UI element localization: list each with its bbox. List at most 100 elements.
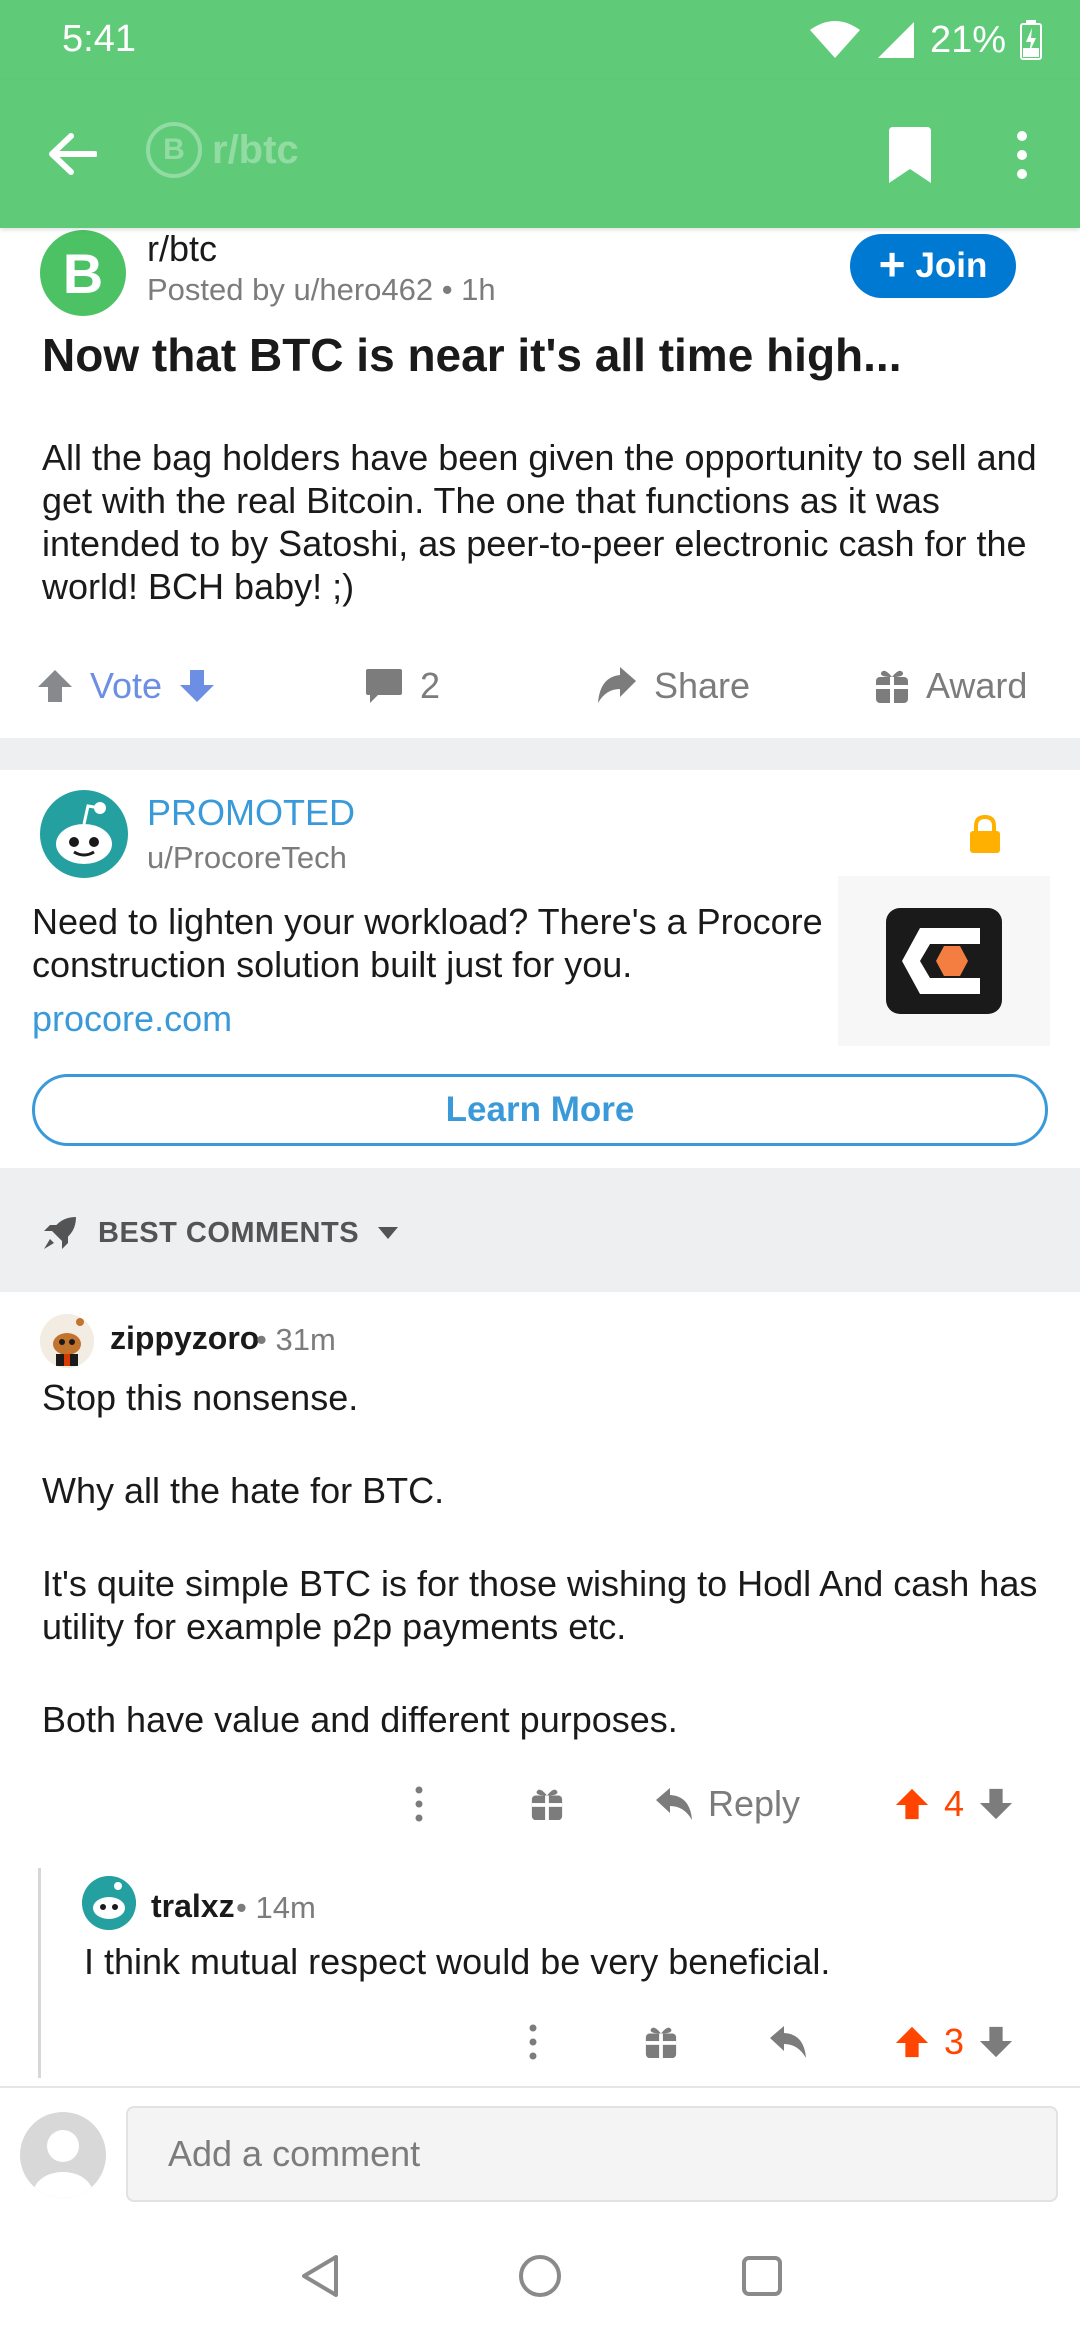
- battery-charging-icon: [1020, 20, 1042, 60]
- nav-recents-button[interactable]: [732, 2246, 792, 2306]
- arrow-left-icon: [49, 133, 97, 175]
- promoted-link[interactable]: procore.com: [32, 998, 232, 1040]
- section-divider: [0, 738, 1080, 770]
- comments-button[interactable]: 2: [364, 650, 440, 722]
- comment-more-button[interactable]: [528, 2012, 538, 2072]
- collapsed-title-text: r/btc: [212, 127, 299, 172]
- upvote-icon[interactable]: [894, 1786, 930, 1822]
- comment-author-avatar[interactable]: [40, 1314, 94, 1368]
- subreddit-name[interactable]: r/btc: [147, 228, 217, 270]
- comment-score: 4: [944, 1783, 965, 1824]
- nav-back-button[interactable]: [290, 2246, 350, 2306]
- gift-icon: [645, 2027, 677, 2059]
- more-vertical-icon: [529, 2024, 537, 2060]
- vote-label: Vote: [90, 665, 163, 706]
- downvote-icon[interactable]: [178, 668, 216, 704]
- more-vertical-icon: [415, 1786, 423, 1822]
- bookmark-icon: [889, 127, 931, 183]
- reply-icon: [656, 1788, 692, 1820]
- comment-time: • 31m: [256, 1322, 336, 1357]
- square-recents-icon: [742, 2256, 782, 2296]
- upvote-icon[interactable]: [36, 668, 74, 704]
- comment-count: 2: [420, 665, 441, 706]
- promoted-text: Need to lighten your workload? There's a…: [32, 901, 823, 985]
- collapsed-title: B r/btc: [146, 122, 299, 178]
- overflow-menu-button[interactable]: [1000, 120, 1044, 190]
- comment-action-row: Reply 4: [0, 1774, 1080, 1834]
- comment-more-button[interactable]: [414, 1774, 424, 1834]
- battery-percent: 21%: [929, 18, 1006, 61]
- comment-paragraph: Stop this nonsense.: [42, 1377, 359, 1418]
- back-button[interactable]: [36, 118, 108, 190]
- award-button[interactable]: Award: [874, 650, 1027, 722]
- upvote-icon[interactable]: [894, 2024, 930, 2060]
- comment-body: Stop this nonsense. Why all the hate for…: [42, 1376, 1042, 1741]
- sort-label: BEST COMMENTS: [98, 1216, 360, 1249]
- subreddit-ghost-icon: B: [146, 122, 202, 178]
- status-time: 5:41: [62, 18, 136, 60]
- comment-paragraph: It's quite simple BTC is for those wishi…: [42, 1563, 1038, 1647]
- reply-icon: [770, 2026, 806, 2058]
- lock-icon: [970, 814, 1000, 853]
- sort-selector[interactable]: BEST COMMENTS: [40, 1208, 399, 1258]
- cell-signal-icon: [877, 22, 914, 58]
- wifi-icon: [809, 21, 860, 58]
- comment-author[interactable]: tralxz: [151, 1888, 235, 1925]
- downvote-icon[interactable]: [978, 1786, 1014, 1822]
- post-action-row: Vote 2 Share Award: [0, 650, 1080, 722]
- advertiser-avatar[interactable]: [40, 790, 128, 878]
- advertiser-logo-thumbnail[interactable]: [838, 876, 1050, 1046]
- caret-down-icon: [378, 1227, 399, 1239]
- advertiser-username[interactable]: u/ProcoreTech: [147, 840, 347, 876]
- join-button[interactable]: + Join: [850, 234, 1016, 298]
- comment-paragraph: Why all the hate for BTC.: [42, 1470, 445, 1511]
- vote-control: Vote: [36, 650, 216, 722]
- promoted-label: PROMOTED: [147, 792, 356, 833]
- comment-sort-bar: BEST COMMENTS: [0, 1168, 1080, 1292]
- promoted-post: PROMOTED u/ProcoreTech Need to lighten y…: [0, 770, 1080, 1168]
- comment-score: 3: [944, 2021, 965, 2062]
- nav-home-button[interactable]: [510, 2246, 570, 2306]
- post-author-line[interactable]: Posted by u/hero462 • 1h: [147, 272, 496, 308]
- save-post-button[interactable]: [880, 120, 940, 190]
- comment-award-button[interactable]: [644, 2012, 678, 2072]
- gift-icon: [531, 1789, 563, 1821]
- status-icons: 21%: [808, 14, 1042, 66]
- system-nav-bar: [0, 2212, 1080, 2340]
- reply-button[interactable]: Reply: [654, 1774, 800, 1834]
- add-comment-bar: Add a comment: [0, 2086, 1080, 2212]
- share-icon: [598, 667, 636, 703]
- comment-paragraph: Both have value and different purposes.: [42, 1699, 678, 1740]
- award-label: Award: [926, 665, 1028, 706]
- default-avatar-icon: [33, 2130, 93, 2198]
- share-button[interactable]: Share: [596, 650, 750, 722]
- post-title: Now that BTC is near it's all time high.…: [42, 329, 902, 381]
- join-label: Join: [915, 246, 988, 285]
- subreddit-avatar[interactable]: B: [40, 230, 126, 316]
- share-label: Share: [654, 665, 751, 706]
- comment-icon: [366, 669, 402, 703]
- comment-vote-control: 3: [894, 2012, 1014, 2072]
- app-bar: B r/btc: [0, 80, 1080, 228]
- comment-award-button[interactable]: [530, 1774, 564, 1834]
- comment-author[interactable]: zippyzoro: [110, 1320, 259, 1357]
- avatar-snoo-icon: [82, 1876, 136, 1930]
- post-body: All the bag holders have been given the …: [42, 437, 1037, 607]
- procore-logo-icon: [886, 908, 1002, 1014]
- rocket-icon: [44, 1217, 76, 1249]
- status-bar: 5:41 21%: [0, 0, 1080, 80]
- triangle-back-icon: [302, 2255, 338, 2297]
- downvote-icon[interactable]: [978, 2024, 1014, 2060]
- learn-more-button[interactable]: Learn More: [32, 1074, 1048, 1146]
- reply-label: Reply: [708, 1783, 801, 1824]
- reply-button[interactable]: [768, 2012, 808, 2072]
- plus-icon: +: [878, 238, 906, 290]
- snoo-icon: [56, 802, 112, 864]
- add-comment-input[interactable]: Add a comment: [126, 2106, 1058, 2202]
- comment-author-avatar[interactable]: [82, 1876, 136, 1930]
- gift-icon: [876, 670, 908, 703]
- comment-action-row: 3: [0, 2012, 1080, 2072]
- circle-home-icon: [519, 2255, 561, 2297]
- more-vertical-icon: [1017, 131, 1027, 179]
- avatar-snoo-icon: [40, 1314, 94, 1368]
